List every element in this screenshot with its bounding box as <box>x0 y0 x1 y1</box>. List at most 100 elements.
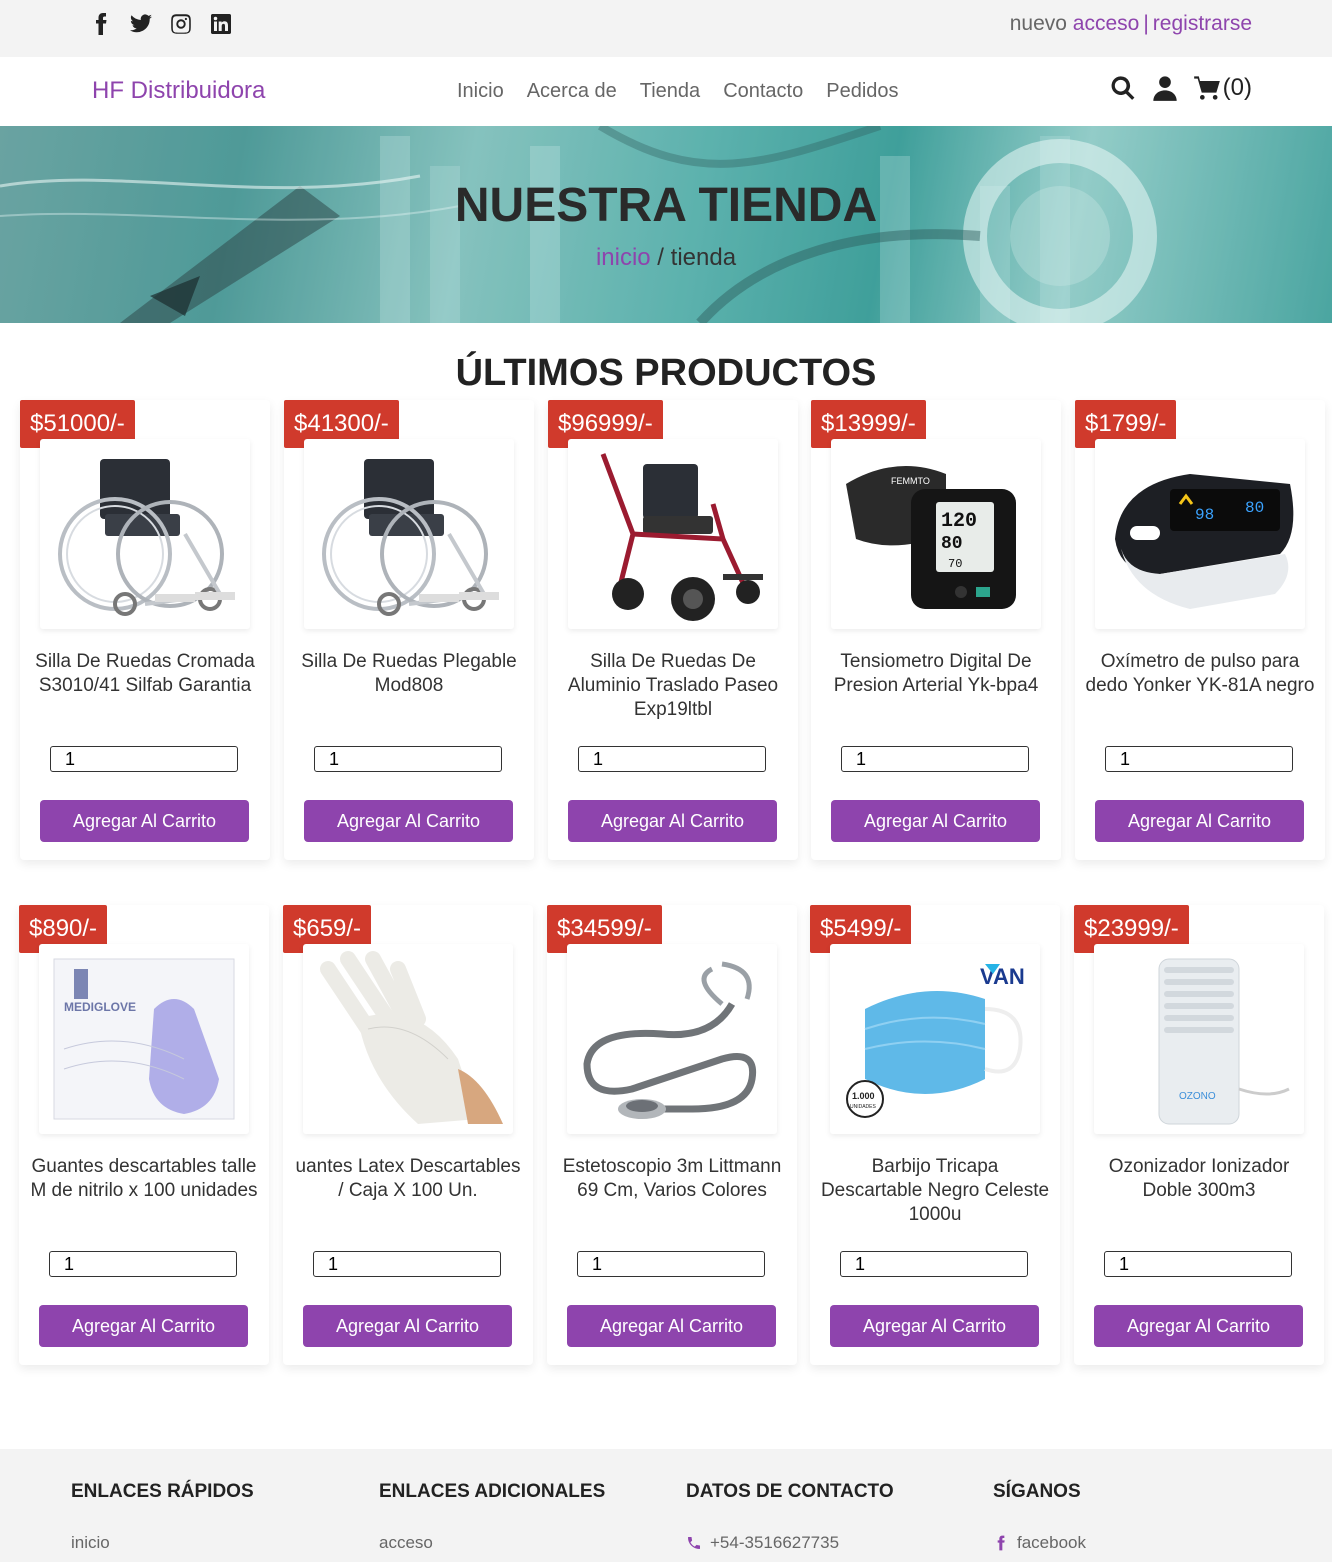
pulse-oximeter-image: 98 80 <box>1115 474 1294 609</box>
cart-icon <box>1193 74 1221 102</box>
quantity-input[interactable]: 1 <box>1105 746 1293 772</box>
breadcrumb: inicio / tienda <box>0 244 1332 272</box>
nav-acerca-de[interactable]: Acerca de <box>527 80 617 103</box>
quantity-input[interactable]: 1 <box>1104 1251 1292 1277</box>
product-image[interactable]: VAN 1.000 UNIDADES <box>830 944 1040 1134</box>
add-to-cart-button[interactable]: Agregar Al Carrito <box>304 800 513 842</box>
footer-extra-links-title: ENLACES ADICIONALES <box>379 1481 606 1502</box>
stethoscope-image <box>583 961 757 1119</box>
phone-icon <box>686 1535 702 1551</box>
footer-phone-link[interactable]: +54-3516627735 <box>686 1533 894 1553</box>
footer-link-inicio[interactable]: inicio <box>71 1533 254 1553</box>
face-mask-image: VAN 1.000 UNIDADES <box>846 964 1025 1118</box>
product-card: $51000/- Silla De Ruedas Cromada S3010/4… <box>20 400 270 860</box>
product-name[interactable]: Silla De Ruedas Plegable Mod808 <box>294 650 524 698</box>
facebook-icon[interactable] <box>88 10 114 38</box>
product-card: $96999/- Silla De Ruedas De Aluminio Tra… <box>548 400 798 860</box>
monitor-brand: FEMMTO <box>891 476 930 486</box>
add-to-cart-button[interactable]: Agregar Al Carrito <box>830 1305 1039 1347</box>
product-image[interactable]: 98 80 <box>1095 439 1305 629</box>
product-image[interactable] <box>304 439 514 629</box>
main-nav: Inicio Acerca de Tienda Contacto Pedidos <box>457 80 899 103</box>
product-name[interactable]: Ozonizador Ionizador Doble 300m3 <box>1084 1155 1314 1203</box>
add-to-cart-button[interactable]: Agregar Al Carrito <box>831 800 1040 842</box>
twitter-icon[interactable] <box>128 10 154 38</box>
cart-count: (0) <box>1222 74 1252 101</box>
wheelchair-chrome-image <box>322 459 499 616</box>
quantity-input[interactable]: 1 <box>578 746 766 772</box>
product-name[interactable]: Barbijo Tricapa Descartable Negro Celest… <box>820 1155 1050 1227</box>
search-icon[interactable] <box>1109 74 1137 102</box>
product-name[interactable]: uantes Latex Descartables / Caja X 100 U… <box>293 1155 523 1203</box>
site-footer: ENLACES RÁPIDOS inicio ENLACES ADICIONAL… <box>0 1449 1332 1562</box>
product-name[interactable]: Guantes descartables talle M de nitrilo … <box>29 1155 259 1203</box>
auth-separator: | <box>1143 12 1149 35</box>
quantity-input[interactable]: 1 <box>841 746 1029 772</box>
mask-badge-bottom: UNIDADES <box>850 1104 877 1110</box>
product-name[interactable]: Silla De Ruedas De Aluminio Traslado Pas… <box>558 650 788 722</box>
footer-quick-links: ENLACES RÁPIDOS inicio <box>71 1481 254 1553</box>
latex-glove-image <box>320 951 503 1124</box>
footer-link-acceso[interactable]: acceso <box>379 1533 605 1553</box>
quantity-input[interactable]: 1 <box>577 1251 765 1277</box>
quantity-input[interactable]: 1 <box>314 746 502 772</box>
add-to-cart-button[interactable]: Agregar Al Carrito <box>568 800 777 842</box>
quantity-input[interactable]: 1 <box>840 1251 1028 1277</box>
register-link[interactable]: registrarse <box>1153 12 1252 35</box>
monitor-diastolic: 80 <box>941 534 963 554</box>
login-link[interactable]: acceso <box>1073 12 1140 35</box>
footer-extra-links: ENLACES ADICIONALES acceso <box>379 1481 605 1553</box>
nav-contacto[interactable]: Contacto <box>723 80 803 103</box>
add-to-cart-button[interactable]: Agregar Al Carrito <box>303 1305 512 1347</box>
footer-facebook-link[interactable]: facebook <box>993 1533 1086 1553</box>
product-image[interactable]: OZONO <box>1094 944 1304 1134</box>
main-header: HF Distribuidora Inicio Acerca de Tienda… <box>0 57 1332 126</box>
product-card: $5499/- VAN 1.000 UNIDADES Barbijo Trica… <box>810 905 1060 1365</box>
add-to-cart-button[interactable]: Agregar Al Carrito <box>1095 800 1304 842</box>
footer-contact-title: DATOS DE CONTACTO <box>686 1481 894 1502</box>
add-to-cart-button[interactable]: Agregar Al Carrito <box>40 800 249 842</box>
add-to-cart-button[interactable]: Agregar Al Carrito <box>39 1305 248 1347</box>
footer-follow-title: SÍGANOS <box>993 1481 1081 1502</box>
product-name[interactable]: Silla De Ruedas Cromada S3010/41 Silfab … <box>30 650 260 698</box>
product-card: $890/- MEDIGLOVE Guantes descartables ta… <box>19 905 269 1365</box>
wheelchair-chrome-image <box>58 459 235 616</box>
nav-tienda[interactable]: Tienda <box>640 80 700 103</box>
add-to-cart-button[interactable]: Agregar Al Carrito <box>567 1305 776 1347</box>
product-image[interactable] <box>567 944 777 1134</box>
user-icon[interactable] <box>1151 74 1179 102</box>
banner-title: NUESTRA TIENDA <box>454 179 878 232</box>
social-links <box>88 10 234 38</box>
breadcrumb-home-link[interactable]: inicio <box>596 244 651 271</box>
nav-pedidos[interactable]: Pedidos <box>826 80 898 103</box>
product-name[interactable]: Tensiometro Digital De Presion Arterial … <box>821 650 1051 698</box>
monitor-systolic: 120 <box>941 510 977 533</box>
add-to-cart-button[interactable]: Agregar Al Carrito <box>1094 1305 1303 1347</box>
instagram-icon[interactable] <box>168 10 194 38</box>
cart-button[interactable]: (0) <box>1193 74 1252 102</box>
auth-prefix: nuevo <box>1009 12 1067 35</box>
product-image[interactable] <box>568 439 778 629</box>
product-card: $23999/- OZONO Ozonizador Ionizador Dobl… <box>1074 905 1324 1365</box>
product-card: $34599/- Estetoscopio 3m Littmann 69 Cm,… <box>547 905 797 1365</box>
quantity-input[interactable]: 1 <box>50 746 238 772</box>
footer-contact: DATOS DE CONTACTO +54-3516627735 <box>686 1481 894 1553</box>
site-logo[interactable]: HF Distribuidora <box>92 77 265 105</box>
footer-follow: SÍGANOS facebook <box>993 1481 1086 1553</box>
product-image[interactable] <box>40 439 250 629</box>
header-icons: (0) <box>1109 74 1252 102</box>
product-image[interactable]: FEMMTO 120 80 70 <box>831 439 1041 629</box>
ozonizer-brand: OZONO <box>1179 1091 1216 1102</box>
product-card: $1799/- 98 80 Oxímetro de pulso para ded… <box>1075 400 1325 860</box>
nav-inicio[interactable]: Inicio <box>457 80 504 103</box>
footer-facebook-label: facebook <box>1017 1533 1086 1552</box>
product-image[interactable] <box>303 944 513 1134</box>
product-name[interactable]: Estetoscopio 3m Littmann 69 Cm, Varios C… <box>557 1155 787 1203</box>
product-image[interactable]: MEDIGLOVE <box>39 944 249 1134</box>
product-name[interactable]: Oxímetro de pulso para dedo Yonker YK-81… <box>1085 650 1315 698</box>
glove-box-brand: MEDIGLOVE <box>64 1000 136 1014</box>
product-card: $41300/- Silla De Ruedas Plegable Mod808… <box>284 400 534 860</box>
linkedin-icon[interactable] <box>208 10 234 38</box>
quantity-input[interactable]: 1 <box>313 1251 501 1277</box>
quantity-input[interactable]: 1 <box>49 1251 237 1277</box>
